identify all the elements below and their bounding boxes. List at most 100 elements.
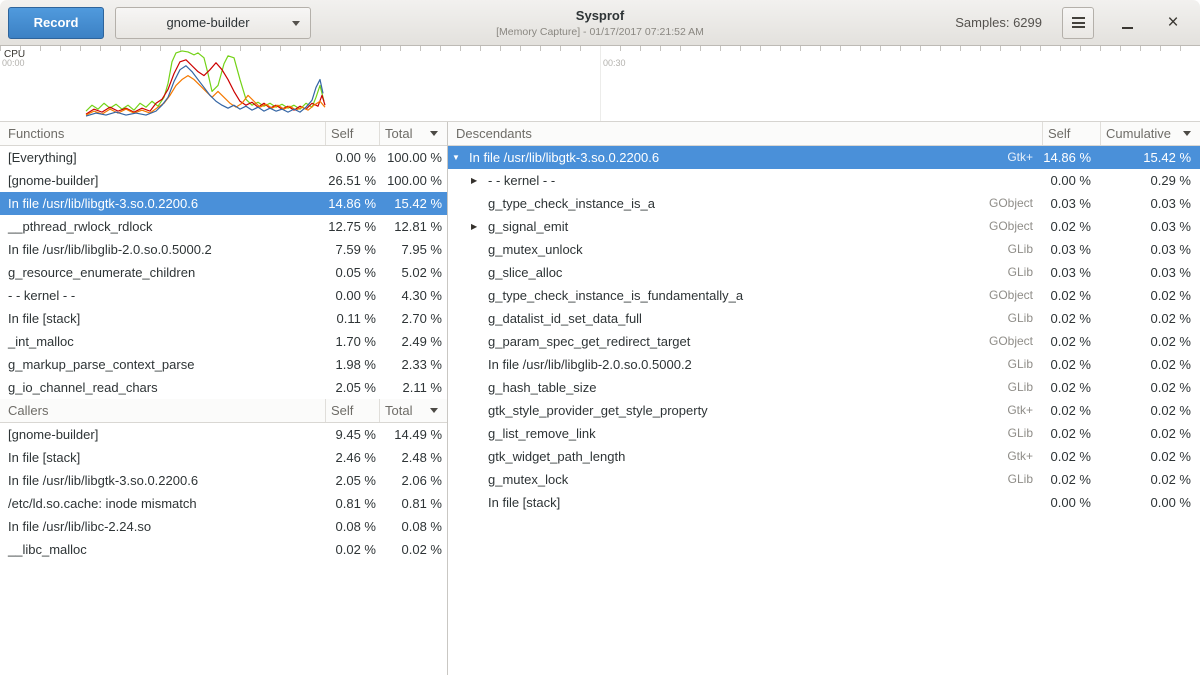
row-self-value: 14.86 % <box>325 192 379 215</box>
functions-table-header: Functions Self Total <box>0 122 447 146</box>
library-label: GLib <box>964 353 1042 376</box>
total-column-header[interactable]: Total <box>379 122 447 145</box>
self-column-header[interactable]: Self <box>325 122 379 145</box>
row-name: In file [stack] <box>0 446 325 469</box>
functions-column-header[interactable]: Functions <box>0 122 325 145</box>
descendant-row[interactable]: g_hash_table_sizeGLib0.02 %0.02 % <box>448 376 1200 399</box>
record-button[interactable]: Record <box>8 7 104 39</box>
descendant-row[interactable]: g_slice_allocGLib0.03 %0.03 % <box>448 261 1200 284</box>
row-cumulative-value: 0.02 % <box>1100 307 1200 330</box>
row-cumulative-value: 0.29 % <box>1100 169 1200 192</box>
descendant-row[interactable]: g_mutex_unlockGLib0.03 %0.03 % <box>448 238 1200 261</box>
row-self-value: 1.70 % <box>325 330 379 353</box>
sysprof-window: Record gnome-builder Sysprof [Memory Cap… <box>0 0 1200 675</box>
descendant-row[interactable]: ▶g_signal_emitGObject0.02 %0.03 % <box>448 215 1200 238</box>
row-name-cell: g_type_check_instance_is_fundamentally_a <box>448 284 964 307</box>
caller-row[interactable]: In file /usr/lib/libc-2.24.so0.08 %0.08 … <box>0 515 447 538</box>
row-total-value: 2.06 % <box>379 469 447 492</box>
function-row[interactable]: In file /usr/lib/libglib-2.0.so.0.5000.2… <box>0 238 447 261</box>
descendant-row[interactable]: g_list_remove_linkGLib0.02 %0.02 % <box>448 422 1200 445</box>
function-name: gtk_style_provider_get_style_property <box>486 399 708 422</box>
total-column-label: Total <box>385 122 412 145</box>
row-self-value: 0.00 % <box>325 146 379 169</box>
row-self-value: 0.05 % <box>325 261 379 284</box>
row-self-value: 2.05 % <box>325 469 379 492</box>
caller-row[interactable]: In file /usr/lib/libgtk-3.so.0.2200.62.0… <box>0 469 447 492</box>
descendant-row[interactable]: g_type_check_instance_is_fundamentally_a… <box>448 284 1200 307</box>
descendant-row[interactable]: In file /usr/lib/libglib-2.0.so.0.5000.2… <box>448 353 1200 376</box>
row-total-value: 14.49 % <box>379 423 447 446</box>
row-name: In file /usr/lib/libgtk-3.so.0.2200.6 <box>0 192 325 215</box>
function-name: In file /usr/lib/libglib-2.0.so.0.5000.2 <box>486 353 692 376</box>
row-name-cell: g_datalist_id_set_data_full <box>448 307 964 330</box>
gridline-30s <box>600 46 601 121</box>
row-cumulative-value: 0.03 % <box>1100 261 1200 284</box>
close-icon: × <box>1167 13 1178 32</box>
caller-row[interactable]: In file [stack]2.46 %2.48 % <box>0 446 447 469</box>
time-label-start: 00:00 <box>2 58 25 68</box>
callers-column-header[interactable]: Callers <box>0 399 325 422</box>
function-name: g_signal_emit <box>486 215 568 238</box>
function-row[interactable]: In file /usr/lib/libgtk-3.so.0.2200.614.… <box>0 192 447 215</box>
descendants-column-header[interactable]: Descendants <box>448 122 1042 145</box>
function-row[interactable]: In file [stack]0.11 %2.70 % <box>0 307 447 330</box>
row-name-cell: In file [stack] <box>448 491 964 514</box>
row-total-value: 0.02 % <box>379 538 447 561</box>
row-self-value: 0.81 % <box>325 492 379 515</box>
expand-arrow-icon[interactable]: ▶ <box>471 169 486 192</box>
row-self-value: 7.59 % <box>325 238 379 261</box>
cumulative-column-header[interactable]: Cumulative <box>1100 122 1200 145</box>
process-selector-label: gnome-builder <box>166 15 249 30</box>
row-cumulative-value: 0.02 % <box>1100 445 1200 468</box>
self-column-header[interactable]: Self <box>1042 122 1100 145</box>
library-label: GObject <box>964 215 1042 238</box>
total-column-header[interactable]: Total <box>379 399 447 422</box>
row-name: In file /usr/lib/libglib-2.0.so.0.5000.2 <box>0 238 325 261</box>
row-name: /etc/ld.so.cache: inode mismatch <box>0 492 325 515</box>
function-name: In file /usr/lib/libgtk-3.so.0.2200.6 <box>467 146 659 169</box>
callers-section: Callers Self Total [gnome-builder]9.45 %… <box>0 399 447 675</box>
process-selector-dropdown[interactable]: gnome-builder <box>115 7 311 39</box>
descendant-row[interactable]: g_type_check_instance_is_aGObject0.03 %0… <box>448 192 1200 215</box>
descendant-row[interactable]: g_mutex_lockGLib0.02 %0.02 % <box>448 468 1200 491</box>
functions-table: [Everything]0.00 %100.00 %[gnome-builder… <box>0 146 447 399</box>
row-total-value: 2.70 % <box>379 307 447 330</box>
row-name: In file /usr/lib/libc-2.24.so <box>0 515 325 538</box>
library-label <box>964 169 1042 192</box>
caller-row[interactable]: /etc/ld.so.cache: inode mismatch0.81 %0.… <box>0 492 447 515</box>
expand-arrow-icon[interactable]: ▶ <box>471 215 486 238</box>
row-self-value: 0.03 % <box>1042 192 1100 215</box>
function-row[interactable]: g_io_channel_read_chars2.05 %2.11 % <box>0 376 447 399</box>
menu-button[interactable] <box>1062 7 1094 39</box>
row-name: - - kernel - - <box>0 284 325 307</box>
descendant-row[interactable]: g_datalist_id_set_data_fullGLib0.02 %0.0… <box>448 307 1200 330</box>
row-self-value: 0.02 % <box>1042 284 1100 307</box>
descendant-row[interactable]: In file [stack]0.00 %0.00 % <box>448 491 1200 514</box>
row-total-value: 2.11 % <box>379 376 447 399</box>
collapse-arrow-icon[interactable]: ▼ <box>452 146 467 169</box>
cpu-graph[interactable]: CPU 00:00 00:30 <box>0 46 1200 122</box>
close-button[interactable]: × <box>1160 10 1186 36</box>
row-self-value: 2.05 % <box>325 376 379 399</box>
function-row[interactable]: - - kernel - -0.00 %4.30 % <box>0 284 447 307</box>
descendant-row[interactable]: gtk_style_provider_get_style_propertyGtk… <box>448 399 1200 422</box>
descendant-row[interactable]: gtk_widget_path_lengthGtk+0.02 %0.02 % <box>448 445 1200 468</box>
row-self-value: 0.11 % <box>325 307 379 330</box>
descendant-row[interactable]: ▶- - kernel - -0.00 %0.29 % <box>448 169 1200 192</box>
row-self-value: 0.02 % <box>1042 307 1100 330</box>
minimize-button[interactable] <box>1114 10 1140 36</box>
descendant-row[interactable]: ▼In file /usr/lib/libgtk-3.so.0.2200.6Gt… <box>448 146 1200 169</box>
function-row[interactable]: [Everything]0.00 %100.00 % <box>0 146 447 169</box>
self-column-header[interactable]: Self <box>325 399 379 422</box>
function-name: g_list_remove_link <box>486 422 596 445</box>
caller-row[interactable]: [gnome-builder]9.45 %14.49 % <box>0 423 447 446</box>
caller-row[interactable]: __libc_malloc0.02 %0.02 % <box>0 538 447 561</box>
function-row[interactable]: g_resource_enumerate_children0.05 %5.02 … <box>0 261 447 284</box>
function-row[interactable]: [gnome-builder]26.51 %100.00 % <box>0 169 447 192</box>
function-row[interactable]: g_markup_parse_context_parse1.98 %2.33 % <box>0 353 447 376</box>
row-name-cell: g_slice_alloc <box>448 261 964 284</box>
function-row[interactable]: _int_malloc1.70 %2.49 % <box>0 330 447 353</box>
function-row[interactable]: __pthread_rwlock_rdlock12.75 %12.81 % <box>0 215 447 238</box>
descendant-row[interactable]: g_param_spec_get_redirect_targetGObject0… <box>448 330 1200 353</box>
minimize-icon <box>1122 27 1133 29</box>
